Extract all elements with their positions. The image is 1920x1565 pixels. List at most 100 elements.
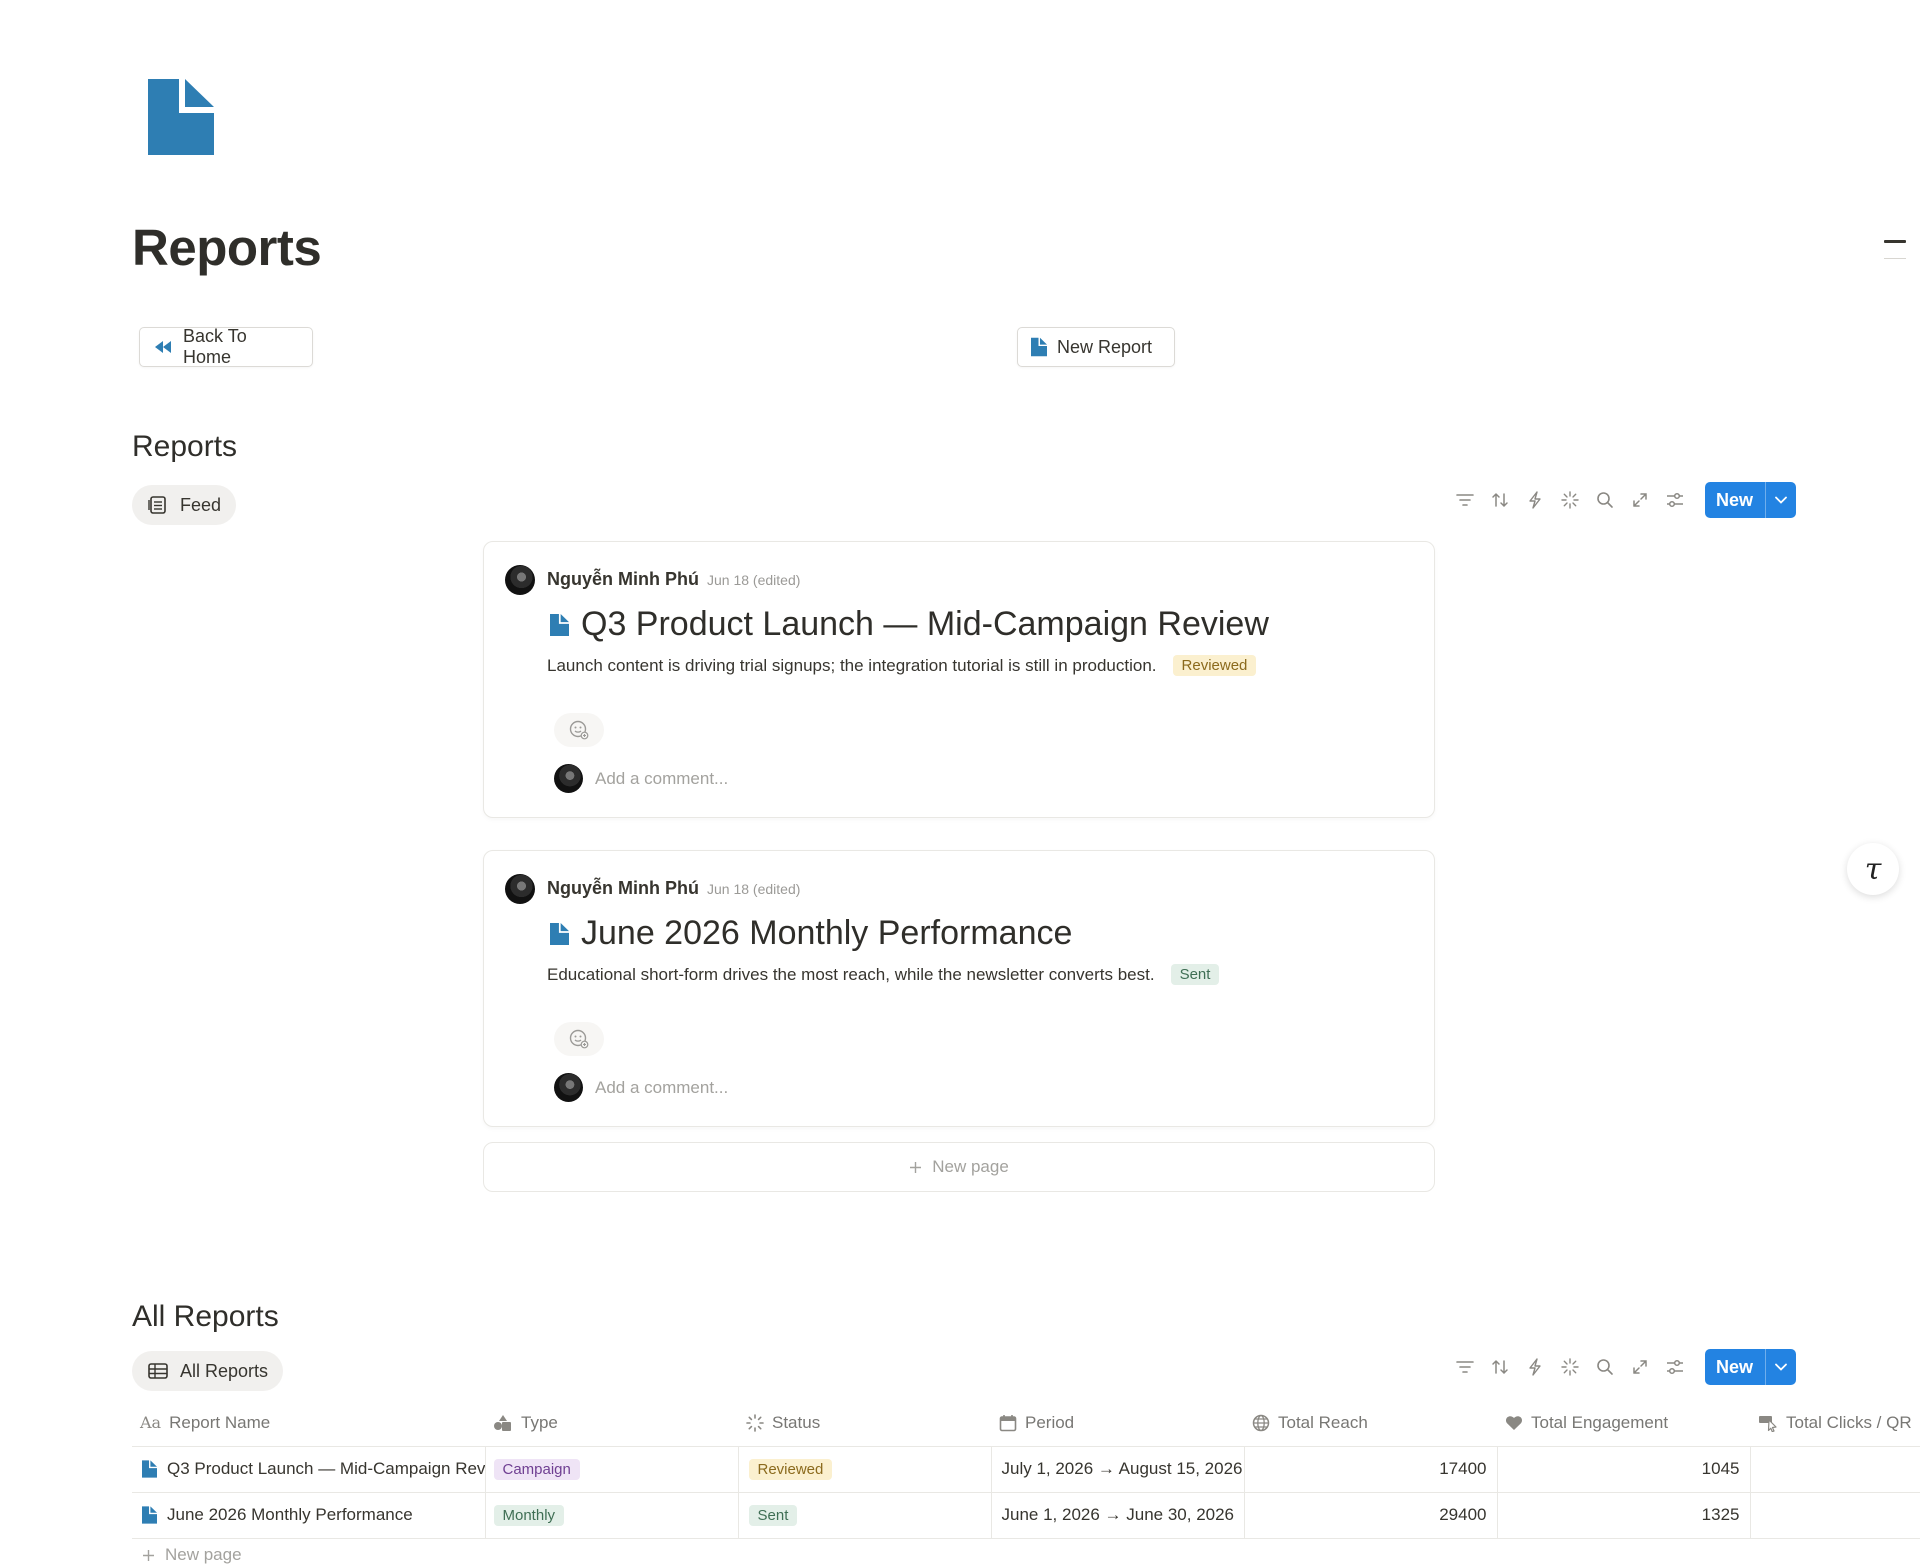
search-icon[interactable]	[1595, 490, 1615, 510]
avatar	[554, 764, 583, 793]
column-header-total-engagement[interactable]: Total Engagement	[1497, 1400, 1750, 1447]
table-new-page-button[interactable]: New page	[142, 1545, 242, 1565]
table-section-title[interactable]: All Reports	[132, 1300, 279, 1334]
status-loader-icon	[746, 1413, 764, 1432]
cell-type[interactable]: Monthly	[484, 1492, 738, 1539]
filter-icon[interactable]	[1455, 490, 1475, 510]
add-reaction-button[interactable]	[554, 713, 604, 747]
table-new-button[interactable]: New	[1705, 1349, 1797, 1385]
settings-sliders-icon[interactable]	[1665, 490, 1685, 510]
table-of-contents-indicator-line	[1884, 258, 1906, 259]
table-row[interactable]: June 2026 Monthly Performance Monthly Se…	[132, 1492, 1920, 1539]
column-header-total-clicks[interactable]: Total Clicks / QR	[1750, 1400, 1920, 1447]
feed-new-label: New	[1716, 489, 1754, 510]
cell-total-clicks[interactable]	[1749, 1492, 1920, 1539]
chevron-down-icon[interactable]	[1766, 482, 1796, 518]
status-badge: Sent	[1170, 964, 1220, 985]
page-title: Reports	[132, 219, 322, 276]
document-icon	[142, 1460, 157, 1478]
column-header-total-reach[interactable]: Total Reach	[1244, 1400, 1497, 1447]
feed-new-page-button[interactable]: New page	[483, 1142, 1435, 1192]
sparkle-icon[interactable]	[1560, 490, 1580, 510]
document-icon	[550, 922, 569, 946]
cell-type[interactable]: Campaign	[484, 1446, 738, 1493]
column-header-status[interactable]: Status	[738, 1400, 991, 1447]
card-title[interactable]: Q3 Product Launch — Mid-Campaign Review	[581, 605, 1269, 644]
sparkle-icon[interactable]	[1560, 1357, 1580, 1377]
table-new-label: New	[1716, 1356, 1754, 1377]
feed-section-title[interactable]: Reports	[132, 430, 237, 464]
settings-sliders-icon[interactable]	[1665, 1357, 1685, 1377]
document-icon	[1031, 337, 1047, 357]
add-emoji-icon	[568, 1028, 590, 1050]
ai-assistant-button[interactable]: 𝜏	[1847, 843, 1899, 895]
comment-input[interactable]: Add a comment...	[595, 769, 728, 789]
plus-icon	[909, 1161, 922, 1174]
comment-input[interactable]: Add a comment...	[595, 1078, 728, 1098]
column-header-report-name[interactable]: Aa Report Name	[132, 1400, 485, 1447]
avatar	[505, 874, 535, 904]
add-emoji-icon	[568, 719, 590, 741]
feed-card[interactable]: Nguyễn Minh Phú Jun 18 (edited) June 202…	[483, 850, 1435, 1127]
feed-icon	[148, 496, 168, 514]
cell-total-clicks[interactable]	[1749, 1446, 1920, 1493]
card-author[interactable]: Nguyễn Minh Phú	[547, 569, 699, 590]
cell-report-name[interactable]: June 2026 Monthly Performance	[132, 1492, 485, 1539]
card-title[interactable]: June 2026 Monthly Performance	[581, 914, 1072, 953]
chevron-down-icon[interactable]	[1766, 1349, 1796, 1385]
document-icon	[550, 613, 569, 637]
card-description: Launch content is driving trial signups;…	[547, 655, 1157, 675]
tab-all-reports-label: All Reports	[180, 1360, 269, 1381]
cell-status[interactable]: Sent	[737, 1492, 991, 1539]
avatar	[505, 565, 535, 595]
column-label: Status	[772, 1412, 821, 1432]
calendar-icon	[999, 1414, 1017, 1432]
cell-total-reach[interactable]: 29400	[1243, 1492, 1497, 1539]
type-badge: Monthly	[493, 1505, 565, 1526]
lightning-icon[interactable]	[1525, 490, 1545, 510]
page-document-icon[interactable]	[148, 79, 214, 155]
plus-icon	[142, 1549, 155, 1562]
cell-period[interactable]: July 1, 2026 → August 15, 2026	[990, 1446, 1244, 1493]
card-description: Educational short-form drives the most r…	[547, 964, 1155, 984]
text-property-icon: Aa	[140, 1413, 162, 1433]
tab-feed[interactable]: Feed	[132, 485, 237, 525]
filter-icon[interactable]	[1455, 1357, 1475, 1377]
back-to-home-button[interactable]: Back To Home	[139, 326, 313, 367]
cell-period[interactable]: June 1, 2026 → June 30, 2026	[990, 1492, 1244, 1539]
column-label: Total Reach	[1278, 1412, 1368, 1432]
cell-status[interactable]: Reviewed	[737, 1446, 991, 1493]
status-badge: Sent	[748, 1505, 798, 1526]
feed-new-button[interactable]: New	[1705, 482, 1797, 518]
card-date: Jun 18 (edited)	[707, 572, 801, 588]
click-cursor-icon	[1758, 1414, 1778, 1432]
table-row[interactable]: Q3 Product Launch — Mid-Campaign Review …	[132, 1446, 1920, 1493]
cell-report-name[interactable]: Q3 Product Launch — Mid-Campaign Review	[132, 1446, 485, 1493]
column-header-type[interactable]: Type	[485, 1400, 738, 1447]
feed-toolbar: New	[1455, 482, 1797, 518]
cell-total-reach[interactable]: 17400	[1243, 1446, 1497, 1493]
card-author[interactable]: Nguyễn Minh Phú	[547, 878, 699, 899]
rewind-icon	[153, 340, 173, 354]
status-badge: Reviewed	[748, 1459, 833, 1480]
back-to-home-label: Back To Home	[183, 326, 247, 367]
shapes-icon	[493, 1414, 513, 1432]
tab-all-reports[interactable]: All Reports	[132, 1351, 284, 1391]
avatar	[554, 1073, 583, 1102]
type-badge: Campaign	[493, 1459, 580, 1480]
column-header-period[interactable]: Period	[991, 1400, 1244, 1447]
add-reaction-button[interactable]	[554, 1022, 604, 1056]
new-report-button[interactable]: New Report	[1017, 327, 1175, 367]
table-of-contents-indicator[interactable]	[1884, 240, 1906, 243]
feed-card[interactable]: Nguyễn Minh Phú Jun 18 (edited) Q3 Produ…	[483, 541, 1435, 818]
expand-icon[interactable]	[1630, 490, 1650, 510]
sort-icon[interactable]	[1490, 1357, 1510, 1377]
sort-icon[interactable]	[1490, 490, 1510, 510]
new-report-label: New Report	[1057, 336, 1153, 357]
cell-total-engagement[interactable]: 1325	[1496, 1492, 1750, 1539]
cell-total-engagement[interactable]: 1045	[1496, 1446, 1750, 1493]
lightning-icon[interactable]	[1525, 1357, 1545, 1377]
ai-face-icon: 𝜏	[1864, 851, 1882, 887]
expand-icon[interactable]	[1630, 1357, 1650, 1377]
search-icon[interactable]	[1595, 1357, 1615, 1377]
